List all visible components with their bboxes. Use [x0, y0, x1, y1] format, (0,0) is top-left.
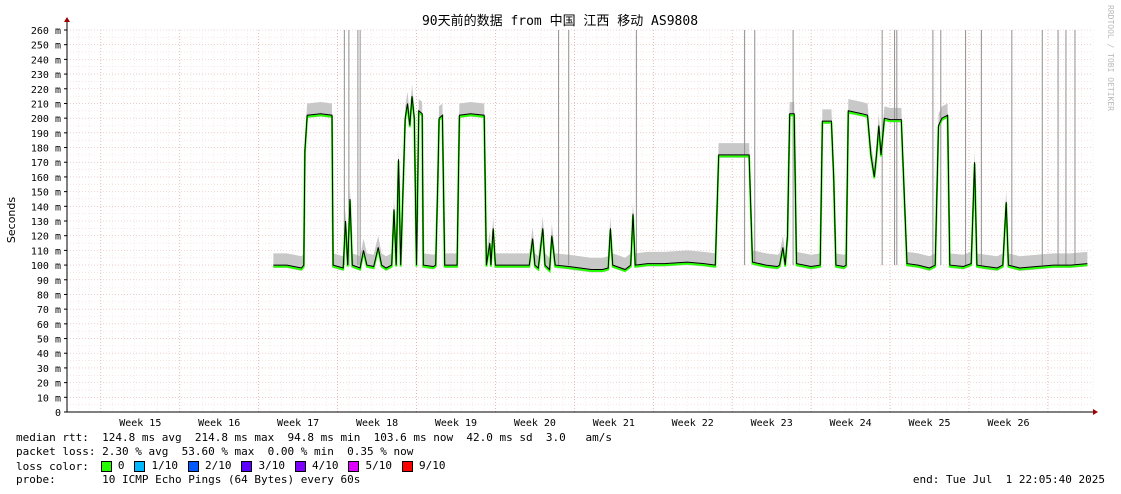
x-tick-label: Week 23 — [751, 418, 793, 429]
y-tick-label: 160 m — [31, 173, 61, 184]
y-tick-label: 0 — [55, 408, 61, 419]
probe-value: 10 ICMP Echo Pings (64 Bytes) every 60s — [102, 473, 361, 486]
y-tick-label: 40 m — [37, 349, 61, 360]
x-tick-label: Week 15 — [119, 418, 161, 429]
y-axis-arrow — [64, 17, 70, 22]
y-tick-label: 230 m — [31, 70, 61, 81]
y-tick-label: 170 m — [31, 158, 61, 169]
loss-color-swatch — [134, 460, 146, 472]
loss-color-swatch — [100, 460, 112, 472]
x-tick-label: Week 18 — [356, 418, 398, 429]
x-axis-arrow — [1093, 409, 1098, 415]
end-value: Tue Jul 1 22:05:40 2025 — [946, 473, 1105, 486]
median-rtt-values: 124.8 ms avg 214.8 ms max 94.8 ms min 10… — [102, 431, 613, 444]
loss-color-label-text: 3/10 — [258, 459, 285, 472]
chart-grid — [66, 29, 1094, 413]
loss-color-label-text: 9/10 — [418, 459, 446, 472]
y-tick-label: 80 m — [37, 290, 61, 301]
y-tick-label: 70 m — [37, 305, 61, 316]
packet-loss-row: packet loss: 2.30 % avg 53.60 % max 0.00… — [16, 445, 413, 459]
y-tick-label: 200 m — [31, 114, 61, 125]
x-tick-label: Week 20 — [514, 418, 556, 429]
loss-color-item: 1/10 — [134, 459, 178, 473]
y-tick-label: 190 m — [31, 129, 61, 140]
median-rtt-row: median rtt: 124.8 ms avg 214.8 ms max 94… — [16, 431, 612, 445]
chart-title: 90天前的数据 from 中国 江西 移动 AS9808 — [422, 13, 698, 29]
loss-color-swatch — [187, 460, 199, 472]
loss-color-label-text: 5/10 — [365, 459, 392, 472]
loss-color-swatch — [294, 460, 306, 472]
y-tick-labels: 0 10 m 20 m 30 m 40 m 50 m 60 m 70 m 80 m 90 m 100… — [31, 26, 61, 419]
packet-loss-values: 2.30 % avg 53.60 % max 0.00 % min 0.35 %… — [102, 445, 414, 458]
y-tick-label: 140 m — [31, 202, 61, 213]
median-rtt-label: median rtt: — [16, 431, 89, 444]
y-tick-label: 150 m — [31, 188, 61, 199]
loss-color-item: 2/10 — [187, 459, 232, 473]
y-tick-label: 110 m — [31, 246, 61, 257]
y-tick-label: 240 m — [31, 55, 61, 66]
loss-color-label-text: 0 — [117, 459, 125, 472]
x-tick-label: Week 16 — [198, 418, 240, 429]
loss-color-swatch — [348, 460, 360, 472]
end-label: end: — [912, 473, 940, 486]
x-tick-labels: Week 15 Week 16 Week 17 Week 18 Week 19 Week … — [119, 418, 1029, 429]
probe-label: probe: — [16, 473, 56, 486]
loss-color-item: 9/10 — [401, 459, 446, 473]
y-tick-label: 180 m — [31, 144, 61, 155]
y-tick-label: 20 m — [37, 379, 61, 390]
loss-color-item: 5/10 — [348, 459, 392, 473]
y-tick-label: 250 m — [31, 41, 61, 52]
loss-color-item: 0 — [100, 459, 125, 473]
loss-color-item: 4/10 — [294, 459, 339, 473]
x-tick-label: Week 22 — [672, 418, 714, 429]
x-tick-label: Week 17 — [277, 418, 319, 429]
y-tick-label: 220 m — [31, 85, 61, 96]
y-axis-label: Seconds — [5, 197, 18, 243]
y-tick-label: 260 m — [31, 26, 61, 37]
loss-color-label-text: 1/10 — [151, 459, 178, 472]
packet-loss-label: packet loss: — [16, 445, 96, 458]
y-tick-label: 60 m — [37, 320, 61, 331]
x-tick-label: Week 19 — [435, 418, 477, 429]
y-tick-label: 120 m — [31, 232, 61, 243]
loss-color-item: 3/10 — [241, 459, 285, 473]
end-time-row: end: Tue Jul 1 22:05:40 2025 — [913, 473, 1105, 487]
smokeping-chart: 0 10 m 20 m 30 m 40 m 50 m 60 m 70 m 80 m 90 m 100… — [5, 5, 1115, 429]
chart-axes — [64, 17, 1098, 415]
y-tick-label: 30 m — [37, 364, 61, 375]
loss-color-label-text: 2/10 — [204, 459, 232, 472]
x-tick-label: Week 24 — [830, 418, 872, 429]
y-tick-label: 130 m — [31, 217, 61, 228]
y-tick-label: 10 m — [37, 393, 61, 404]
y-tick-label: 50 m — [37, 335, 61, 346]
watermark: RRDTOOL / TOBI OETIKER — [1106, 5, 1115, 111]
loss-color-swatch — [401, 460, 413, 472]
y-tick-label: 90 m — [37, 276, 61, 287]
loss-color-label-text: 4/10 — [311, 459, 339, 472]
loss-color-swatch — [241, 460, 253, 472]
x-tick-label: Week 21 — [593, 418, 635, 429]
y-tick-label: 100 m — [31, 261, 61, 272]
x-tick-label: Week 25 — [908, 418, 950, 429]
probe-row: probe: 10 ICMP Echo Pings (64 Bytes) eve… — [16, 473, 360, 487]
x-tick-label: Week 26 — [987, 418, 1029, 429]
y-tick-label: 210 m — [31, 99, 61, 110]
